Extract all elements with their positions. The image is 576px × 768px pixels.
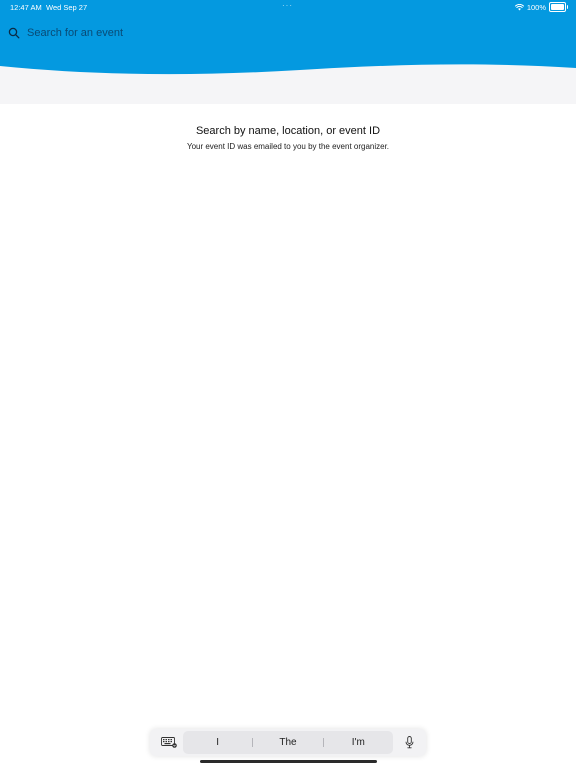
empty-state-subtitle: Your event ID was emailed to you by the …: [186, 142, 390, 151]
battery-icon: [549, 2, 568, 12]
status-date: Wed Sep 27: [46, 3, 88, 12]
home-indicator[interactable]: [200, 760, 377, 763]
predictive-suggestions: I The I'm: [183, 731, 393, 754]
search-input[interactable]: [27, 27, 387, 39]
keyboard-shortcut-bar: I The I'm: [150, 729, 426, 756]
empty-state: Search by name, location, or event ID Yo…: [0, 125, 576, 151]
empty-state-title: Search by name, location, or event ID: [195, 125, 381, 137]
search-bar[interactable]: [8, 24, 408, 42]
suggestion-3[interactable]: I'm: [324, 737, 393, 748]
microphone-icon[interactable]: [405, 736, 414, 749]
battery-percent: 100%: [526, 2, 546, 12]
suggestion-1[interactable]: I: [183, 737, 252, 748]
search-icon: [8, 27, 20, 39]
header: 12:47 AM Wed Sep 27 ··· 100%: [0, 0, 576, 104]
battery-level: [551, 4, 564, 10]
suggestion-2[interactable]: The: [253, 737, 322, 748]
status-bar: 12:47 AM Wed Sep 27 ··· 100%: [0, 0, 576, 14]
status-indicators: 100%: [514, 2, 568, 12]
wifi-icon: [514, 3, 524, 10]
status-time: 12:47 AM: [10, 3, 42, 12]
keyboard-icon[interactable]: [161, 737, 177, 748]
multitasking-dots[interactable]: ···: [282, 1, 293, 10]
